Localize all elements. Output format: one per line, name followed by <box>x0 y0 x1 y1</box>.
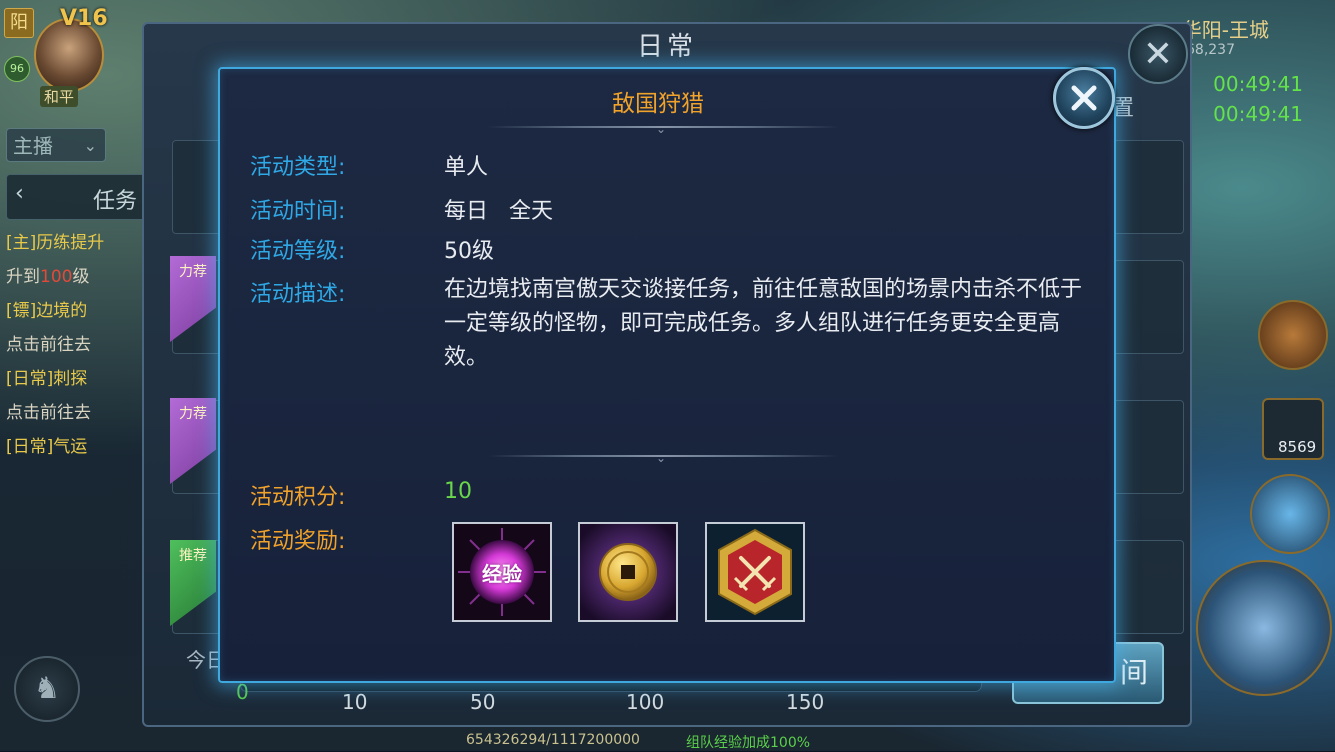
task-item-sub[interactable]: 点击前往去 <box>6 328 156 362</box>
task-tab-label: 任务 <box>93 189 138 214</box>
realm-tag: 阳 <box>4 8 34 38</box>
player-info[interactable]: 阳 V16 96 和平 <box>0 0 140 110</box>
experience-label: 经验 <box>482 562 522 586</box>
task-item[interactable]: [镖]边境的 <box>6 294 156 328</box>
task-item[interactable]: [日常]气运 <box>6 430 156 464</box>
chat-channel-label: 主播 <box>13 134 53 158</box>
activity-score-value: 10 <box>444 479 472 504</box>
event-timer: 00:49:41 <box>1213 72 1303 96</box>
activity-time-label: 活动时间: <box>250 199 346 224</box>
task-tracker: [主]历练提升 升到100级 [镖]边境的 点击前往去 [日常]刺探 点击前往去… <box>6 226 156 464</box>
progress-tick: 150 <box>786 690 825 714</box>
activity-description-text: 在边境找南宫傲天交谈接任务，前往任意敌国的场景内击杀不低于一定等级的怪物，即可完… <box>444 277 1083 370</box>
progress-value: 0 <box>236 680 249 704</box>
chat-channel-select[interactable]: 主播 ⌄ <box>6 128 106 162</box>
activity-level-label: 活动等级: <box>250 239 346 264</box>
modal-title: 敌国狩猎 <box>612 91 704 117</box>
pk-mode-button[interactable]: 和平 <box>40 86 79 107</box>
close-x-glyph <box>1071 85 1097 111</box>
attack-skill-icon[interactable] <box>1196 560 1332 696</box>
divider-caret-icon: ⌄ <box>656 451 667 465</box>
activity-score-label: 活动积分: <box>250 485 346 510</box>
progress-tick: 50 <box>470 690 496 714</box>
reward-slot-badge[interactable] <box>705 522 805 622</box>
task-item-sub[interactable]: 升到100级 <box>6 260 156 294</box>
activity-time-value: 每日 全天 <box>444 199 553 224</box>
server-name: 华阳-王城 <box>1181 18 1269 42</box>
progress-tick: 10 <box>342 690 368 714</box>
daily-close-icon[interactable]: ✕ <box>1128 24 1188 84</box>
task-item[interactable]: [日常]刺探 <box>6 362 156 396</box>
activity-level-value: 50级 <box>444 239 494 264</box>
progress-tick: 100 <box>626 690 665 714</box>
activity-description-label: 活动描述: <box>250 282 346 307</box>
chevron-down-icon: ⌄ <box>83 136 97 155</box>
reward-slot-coin[interactable] <box>578 522 678 622</box>
skill-icon[interactable] <box>1258 300 1328 370</box>
activity-rewards-label: 活动奖励: <box>250 529 346 554</box>
vip-badge[interactable]: V16 <box>60 6 108 31</box>
copper-coin-icon <box>580 524 676 620</box>
task-item[interactable]: [主]历练提升 <box>6 226 156 260</box>
divider-caret-icon: ⌄ <box>656 122 667 136</box>
mount-icon[interactable]: ♞ <box>14 656 80 722</box>
close-icon[interactable] <box>1053 67 1115 129</box>
activity-type-label: 活动类型: <box>250 155 346 180</box>
event-timer: 00:49:41 <box>1213 102 1303 126</box>
experience-text: 654326294/1117200000 <box>466 732 640 748</box>
skill-icon[interactable] <box>1250 474 1330 554</box>
activity-type-value: 单人 <box>444 155 489 180</box>
chevron-left-icon[interactable]: ‹ <box>15 181 24 206</box>
reward-slot-experience[interactable]: 经验 <box>452 522 552 622</box>
task-tab[interactable]: ‹ 任务 <box>6 174 148 220</box>
item-count: 8569 <box>1278 438 1317 456</box>
experience-bonus-text: 组队经验加成100% <box>686 735 811 751</box>
daily-panel-title: 日常 <box>636 32 697 62</box>
player-level: 96 <box>4 56 30 82</box>
crossed-swords-badge-icon <box>707 524 803 620</box>
task-item-sub[interactable]: 点击前往去 <box>6 396 156 430</box>
